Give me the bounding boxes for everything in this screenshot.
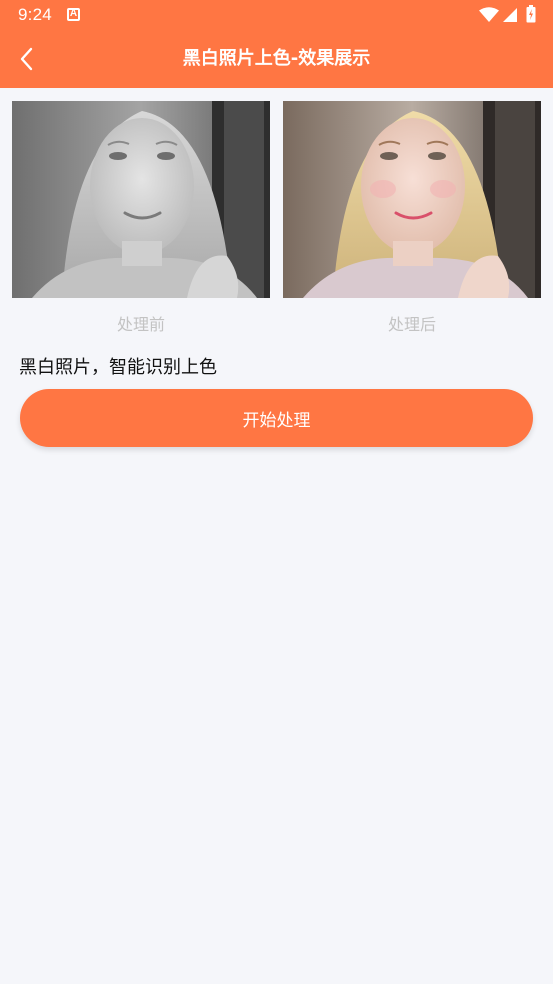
chevron-left-icon — [20, 47, 33, 71]
back-button[interactable] — [10, 42, 44, 76]
page-title: 黑白照片上色-效果展示 — [182, 48, 371, 69]
after-caption: 处理后 — [387, 315, 436, 334]
after-photo — [283, 101, 541, 298]
app-screen: 9:24 A 黑白照片上色-效果展示 处理前 处理后 黑白照片，智能识别上色 开… — [0, 0, 553, 984]
battery-icon — [526, 5, 536, 23]
a-icon: A — [67, 8, 80, 21]
app-header: 黑白照片上色-效果展示 — [0, 30, 553, 88]
wifi-icon — [479, 7, 499, 22]
signal-icon — [503, 8, 517, 22]
status-time: 9:24 — [18, 5, 52, 24]
description-text: 黑白照片，智能识别上色 — [19, 357, 217, 378]
before-photo — [12, 101, 270, 298]
status-bar: 9:24 A — [0, 0, 553, 30]
before-caption: 处理前 — [116, 315, 165, 334]
start-processing-button[interactable]: 开始处理 — [20, 389, 533, 447]
